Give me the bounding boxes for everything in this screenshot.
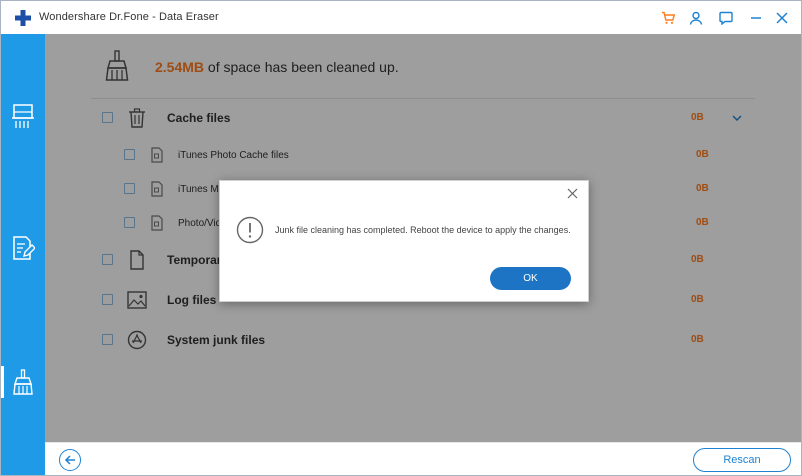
cleanup-icon [13,369,33,395]
back-button[interactable] [59,449,81,471]
sidebar-item-cleanup[interactable] [1,360,45,404]
footer-bar: Rescan [45,442,801,475]
drfone-logo-icon [15,10,31,26]
feedback-icon [719,11,733,25]
erase-data-icon [12,104,34,128]
erase-private-icon [13,236,35,260]
cart-icon [661,11,675,24]
sidebar [1,34,45,475]
dialog-close-button[interactable] [564,185,580,201]
minimize-button[interactable] [747,9,765,27]
info-exclamation-icon [236,216,264,244]
title-bar: Wondershare Dr.Fone - Data Eraser [1,1,801,34]
window-title: Wondershare Dr.Fone - Data Eraser [39,11,219,23]
close-window-button[interactable] [773,9,791,27]
app-window: Wondershare Dr.Fone - Data Eraser 2.54MB… [0,0,802,476]
close-icon [567,188,577,198]
arrow-left-icon [64,455,75,465]
user-icon [689,11,703,25]
rescan-button[interactable]: Rescan [693,448,791,472]
ok-button[interactable]: OK [490,267,571,290]
feedback-button[interactable] [717,9,735,27]
minimize-icon [751,17,761,19]
completion-dialog: Junk file cleaning has completed. Reboot… [219,180,589,302]
account-button[interactable] [687,9,705,27]
dialog-message: Junk file cleaning has completed. Reboot… [275,225,571,235]
cart-button[interactable] [659,9,677,27]
sidebar-item-erase-data[interactable] [1,94,45,138]
sidebar-item-erase-private[interactable] [1,226,45,270]
close-icon [776,12,788,24]
